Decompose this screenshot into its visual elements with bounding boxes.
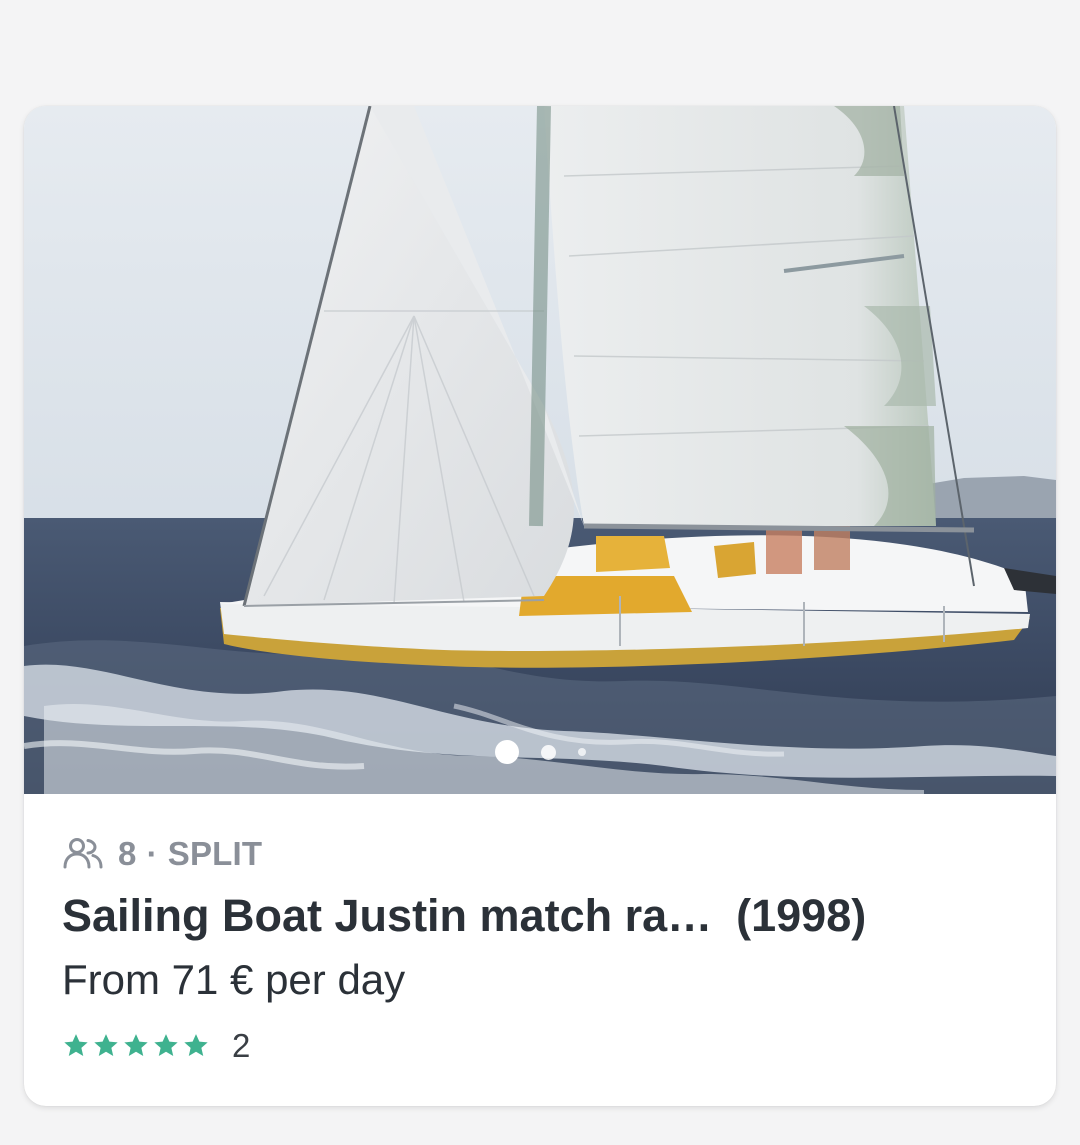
- carousel-indicators: [24, 739, 1056, 765]
- carousel-dot[interactable]: [577, 748, 586, 756]
- boat-name[interactable]: Sailing Boat Justin match ra…: [62, 890, 712, 941]
- people-icon: [62, 837, 104, 871]
- star-icon: [184, 1034, 208, 1057]
- listing-title[interactable]: Sailing Boat Justin match ra… (1998): [62, 888, 1026, 944]
- listing-info: 8 · SPLIT Sailing Boat Justin match ra… (…: [62, 834, 1026, 1066]
- location-label: SPLIT: [167, 835, 263, 872]
- price-text: From 71 € per day: [62, 956, 406, 1003]
- capacity-count: 8: [118, 835, 137, 872]
- listing-meta: 8 · SPLIT: [62, 834, 1026, 874]
- boat-photo[interactable]: [24, 106, 1056, 794]
- meta-separator: ·: [146, 835, 158, 872]
- rating-stars: [62, 1032, 210, 1060]
- carousel-dot[interactable]: [540, 744, 556, 760]
- star-icon: [64, 1034, 88, 1057]
- listing-card[interactable]: 8 · SPLIT Sailing Boat Justin match ra… (…: [24, 106, 1056, 1106]
- rating-row: 2: [62, 1026, 1026, 1066]
- carousel-dot-active[interactable]: [494, 740, 519, 764]
- star-icon: [94, 1034, 118, 1057]
- star-icon: [154, 1034, 178, 1057]
- star-icon: [124, 1034, 148, 1057]
- boat-photo-image: [24, 106, 1056, 794]
- review-count: 2: [232, 1027, 251, 1064]
- boat-year: (1998): [736, 890, 867, 941]
